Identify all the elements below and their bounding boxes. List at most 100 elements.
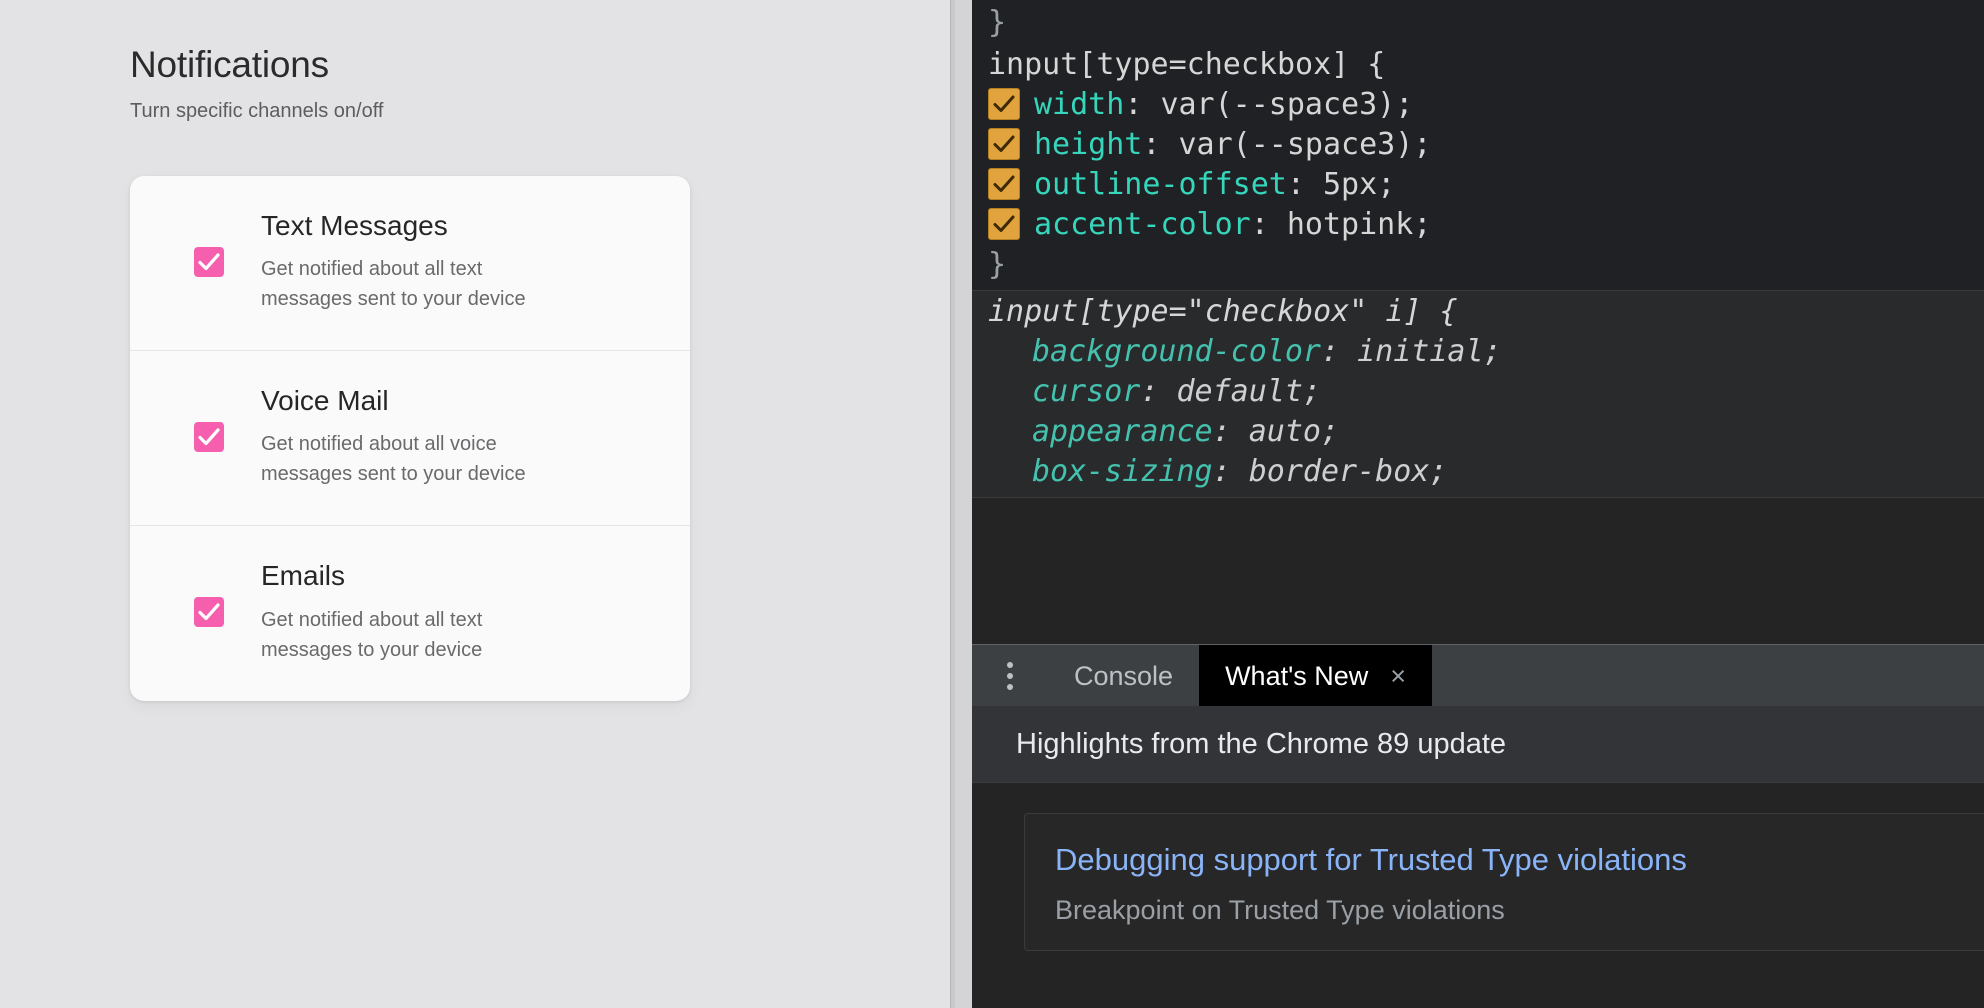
checkmark-icon — [993, 94, 1015, 114]
drawer-tab-console[interactable]: Console — [1048, 645, 1199, 707]
channel-row-text-messages[interactable]: Text Messages Get notified about all tex… — [130, 176, 690, 350]
channel-text: Voice Mail Get notified about all voice … — [261, 385, 664, 489]
closing-brace: } — [988, 247, 1006, 282]
channel-text: Emails Get notified about all text messa… — [261, 560, 664, 664]
semicolon: ; — [1429, 454, 1447, 489]
declaration-property: background-color — [1032, 334, 1321, 369]
drawer-tab-label: Console — [1074, 661, 1173, 692]
styles-rule-partial-top: } — [972, 0, 1984, 44]
channel-title: Emails — [261, 560, 664, 592]
checkmark-icon — [993, 214, 1015, 234]
checkmark-icon — [993, 134, 1015, 154]
declaration-enabled-checkbox[interactable] — [988, 168, 1020, 200]
declaration-property: box-sizing — [1032, 454, 1213, 489]
channel-description: Get notified about all voice messages se… — [261, 429, 571, 489]
closing-brace: } — [988, 5, 1006, 40]
declaration-value: initial — [1357, 334, 1483, 369]
css-selector-line[interactable]: input[type=checkbox] { — [972, 44, 1984, 84]
declaration-value[interactable]: hotpink — [1287, 207, 1413, 242]
channel-text: Text Messages Get notified about all tex… — [261, 210, 664, 314]
code-line-close-brace: } — [972, 0, 1984, 44]
drawer-tab-bar: Console What's New × — [972, 644, 1984, 708]
web-page-viewport: Notifications Turn specific channels on/… — [0, 0, 950, 1008]
colon: : — [1287, 167, 1323, 202]
css-declaration-appearance: appearance: auto; — [972, 411, 1984, 451]
channel-row-emails[interactable]: Emails Get notified about all text messa… — [130, 525, 690, 700]
close-icon[interactable]: × — [1390, 663, 1406, 690]
semicolon: ; — [1413, 127, 1431, 162]
colon: : — [1142, 127, 1178, 162]
voice-mail-checkbox[interactable] — [194, 422, 224, 452]
notifications-header-block: Notifications Turn specific channels on/… — [130, 45, 830, 123]
whats-new-header: Highlights from the Chrome 89 update — [972, 706, 1984, 783]
css-declaration-background-color: background-color: initial; — [972, 331, 1984, 371]
drawer-tab-whats-new[interactable]: What's New × — [1199, 645, 1432, 707]
whats-new-item[interactable]: Debugging support for Trusted Type viola… — [1024, 813, 1984, 951]
emails-checkbox[interactable] — [194, 597, 224, 627]
semicolon: ; — [1321, 414, 1339, 449]
kebab-menu-icon[interactable] — [972, 645, 1048, 707]
screenshot-root: Notifications Turn specific channels on/… — [0, 0, 1984, 1008]
colon: : — [1321, 334, 1357, 369]
declaration-property[interactable]: accent-color — [1034, 207, 1251, 242]
kebab-dots — [1007, 662, 1013, 690]
declaration-value: default — [1177, 374, 1303, 409]
declaration-enabled-checkbox[interactable] — [988, 88, 1020, 120]
colon: : — [1213, 454, 1249, 489]
kebab-dot — [1007, 673, 1013, 679]
kebab-dot — [1007, 662, 1013, 668]
channel-description: Get notified about all text messages to … — [261, 605, 571, 665]
css-declaration-box-sizing: box-sizing: border-box; — [972, 451, 1984, 491]
css-selector-line: input[type="checkbox" i] { — [972, 291, 1984, 331]
text-messages-checkbox[interactable] — [194, 247, 224, 277]
declaration-property[interactable]: width — [1034, 87, 1124, 122]
channel-description: Get notified about all text messages sen… — [261, 254, 571, 314]
css-declaration-cursor: cursor: default; — [972, 371, 1984, 411]
declaration-enabled-checkbox[interactable] — [988, 208, 1020, 240]
checkbox-cell — [156, 597, 261, 627]
semicolon: ; — [1484, 334, 1502, 369]
semicolon: ; — [1395, 87, 1413, 122]
splitter-inner — [955, 0, 973, 1008]
css-declaration-width[interactable]: width: var(--space3); — [972, 84, 1984, 124]
kebab-dot — [1007, 684, 1013, 690]
colon: : — [1251, 207, 1287, 242]
semicolon: ; — [1413, 207, 1431, 242]
page-title: Notifications — [130, 45, 830, 86]
css-declaration-outline-offset[interactable]: outline-offset: 5px; — [972, 164, 1984, 204]
whats-new-panel: Highlights from the Chrome 89 update Deb… — [972, 706, 1984, 1008]
checkmark-icon — [198, 252, 220, 272]
whats-new-list: Debugging support for Trusted Type viola… — [972, 783, 1984, 951]
css-declaration-height[interactable]: height: var(--space3); — [972, 124, 1984, 164]
checkbox-cell — [156, 422, 261, 452]
styles-pane: } input[type=checkbox] { width: var(--sp… — [972, 0, 1984, 644]
channel-title: Text Messages — [261, 210, 664, 242]
channel-row-voice-mail[interactable]: Voice Mail Get notified about all voice … — [130, 350, 690, 525]
checkmark-icon — [198, 427, 220, 447]
css-selector: input[type="checkbox" i] { — [988, 294, 1458, 329]
styles-rule-author: input[type=checkbox] { width: var(--spac… — [972, 44, 1984, 291]
checkbox-cell — [156, 247, 261, 277]
colon: : — [1213, 414, 1249, 449]
checkmark-icon — [198, 602, 220, 622]
checkmark-icon — [993, 174, 1015, 194]
colon: : — [1140, 374, 1176, 409]
declaration-property: appearance — [1032, 414, 1213, 449]
declaration-value[interactable]: var(--space3) — [1179, 127, 1414, 162]
page-subtitle: Turn specific channels on/off — [130, 99, 830, 123]
css-declaration-accent-color[interactable]: accent-color: hotpink; — [972, 204, 1984, 244]
css-rule-close: } — [972, 244, 1984, 284]
declaration-value[interactable]: 5px — [1323, 167, 1377, 202]
declaration-value: border-box — [1249, 454, 1430, 489]
declaration-property[interactable]: outline-offset — [1034, 167, 1287, 202]
devtools-splitter[interactable] — [950, 0, 973, 1008]
declaration-value[interactable]: var(--space3) — [1160, 87, 1395, 122]
declaration-enabled-checkbox[interactable] — [988, 128, 1020, 160]
drawer-tab-label: What's New — [1225, 661, 1368, 692]
devtools-panel: } input[type=checkbox] { width: var(--sp… — [972, 0, 1984, 1008]
declaration-property: cursor — [1032, 374, 1140, 409]
declaration-property[interactable]: height — [1034, 127, 1142, 162]
whats-new-item-title[interactable]: Debugging support for Trusted Type viola… — [1055, 842, 1954, 878]
whats-new-item-subtitle: Breakpoint on Trusted Type violations — [1055, 894, 1954, 926]
semicolon: ; — [1303, 374, 1321, 409]
